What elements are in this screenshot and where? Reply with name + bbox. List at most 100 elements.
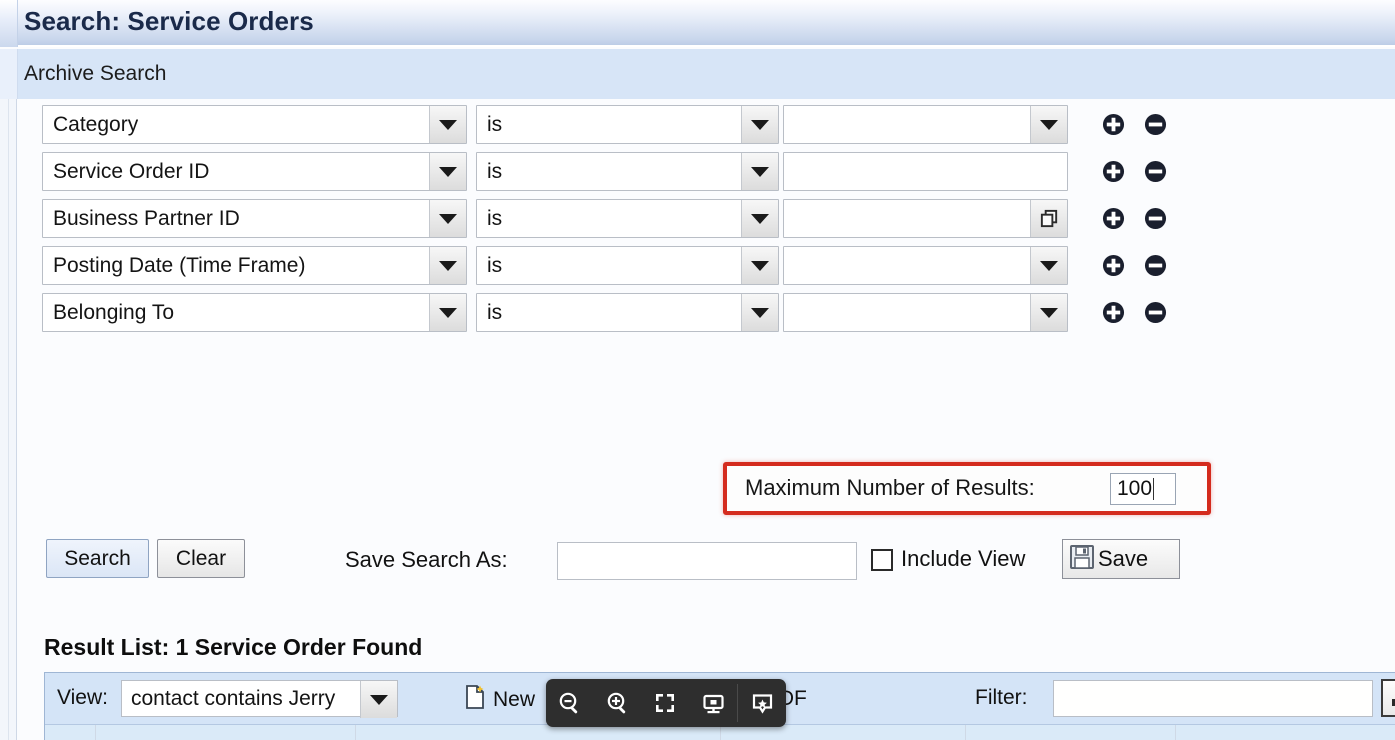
window-title-bar: Search: Service Orders: [0, 0, 1395, 47]
result-table: Service Order ID Service Order Descripti…: [45, 725, 1395, 740]
comment-icon[interactable]: [738, 679, 786, 727]
include-view-label: Include View: [901, 546, 1026, 571]
new-button[interactable]: New: [463, 684, 535, 716]
column-header-status[interactable]: Status: [1175, 725, 1395, 740]
subheader-accent: [0, 49, 18, 99]
criteria-value-input-4[interactable]: [783, 293, 1068, 332]
remove-circle-icon[interactable]: [1144, 254, 1167, 277]
chevron-down-icon[interactable]: [429, 153, 466, 190]
chevron-down-icon[interactable]: [741, 153, 778, 190]
view-label: View:: [57, 686, 108, 709]
chevron-down-icon[interactable]: [429, 106, 466, 143]
criteria-operator-label-3: is: [487, 253, 503, 277]
zoom-in-icon[interactable]: [594, 679, 642, 727]
chevron-down-icon[interactable]: [741, 106, 778, 143]
select-column-header: [45, 725, 96, 740]
criteria-attribute-select-1[interactable]: Service Order ID: [42, 152, 467, 191]
criteria-attribute-select-4[interactable]: Belonging To: [42, 293, 467, 332]
remove-circle-icon[interactable]: [1144, 160, 1167, 183]
chevron-down-icon[interactable]: [429, 294, 466, 331]
save-search-label: Save Search As:: [345, 547, 508, 572]
max-results-input[interactable]: 100: [1110, 473, 1176, 505]
chevron-down-icon[interactable]: [741, 294, 778, 331]
criteria-attribute-select-3[interactable]: Posting Date (Time Frame): [42, 246, 467, 285]
criteria-value-input-3[interactable]: [783, 246, 1068, 285]
chevron-down-icon[interactable]: [1030, 247, 1067, 284]
criteria-attribute-label-3: Posting Date (Time Frame): [53, 253, 306, 277]
column-header-service-order-description[interactable]: Service Order Description: [355, 725, 721, 740]
add-circle-icon[interactable]: [1102, 207, 1125, 230]
criteria-operator-select-3[interactable]: is: [476, 246, 779, 285]
include-view-checkbox[interactable]: [871, 549, 893, 571]
criteria-row-actions-2: [1102, 207, 1167, 230]
criteria-value-input-1[interactable]: [783, 152, 1068, 191]
value-help-icon[interactable]: [1030, 200, 1067, 237]
chevron-down-icon[interactable]: [741, 200, 778, 237]
criteria-row-actions-1: [1102, 160, 1167, 183]
criteria-attribute-label-0: Category: [53, 112, 139, 136]
criteria-value-input-2[interactable]: [783, 199, 1068, 238]
save-search-input[interactable]: [557, 542, 857, 580]
left-rail-divider-1: [8, 99, 9, 740]
criteria-value-input-0[interactable]: [783, 105, 1068, 144]
add-circle-icon[interactable]: [1102, 301, 1125, 324]
main-content-area: Category is Service Order ID is Business…: [0, 99, 1395, 740]
criteria-attribute-label-2: Business Partner ID: [53, 206, 240, 230]
remove-circle-icon[interactable]: [1144, 113, 1167, 136]
new-document-icon: [463, 684, 487, 716]
archive-search-band: Archive Search: [0, 49, 1395, 99]
text-caret: [1153, 478, 1155, 500]
floating-media-toolbar: [546, 679, 786, 727]
criteria-operator-select-1[interactable]: is: [476, 152, 779, 191]
subheader-label: Archive Search: [24, 62, 167, 85]
chevron-down-icon[interactable]: [429, 200, 466, 237]
save-button-label: Save: [1098, 546, 1149, 571]
criteria-operator-select-0[interactable]: is: [476, 105, 779, 144]
search-button[interactable]: Search: [46, 539, 149, 578]
chevron-down-icon[interactable]: [1030, 106, 1067, 143]
criteria-row-actions-0: [1102, 113, 1167, 136]
criteria-row-actions-3: [1102, 254, 1167, 277]
add-circle-icon[interactable]: [1102, 113, 1125, 136]
chart-icon[interactable]: [1381, 679, 1395, 717]
criteria-operator-select-4[interactable]: is: [476, 293, 779, 332]
filter-input[interactable]: [1053, 680, 1373, 717]
present-screen-icon[interactable]: [689, 679, 737, 727]
add-circle-icon[interactable]: [1102, 160, 1125, 183]
clear-button[interactable]: Clear: [157, 539, 245, 578]
fullscreen-icon[interactable]: [642, 679, 690, 727]
chevron-down-icon[interactable]: [741, 247, 778, 284]
criteria-operator-label-4: is: [487, 300, 503, 324]
view-select[interactable]: contact contains Jerry: [121, 680, 398, 718]
remove-circle-icon[interactable]: [1144, 207, 1167, 230]
left-rail-divider-2: [16, 99, 17, 740]
criteria-attribute-select-0[interactable]: Category: [42, 105, 467, 144]
chevron-down-icon[interactable]: [1030, 294, 1067, 331]
column-header-service-order-id[interactable]: Service Order ID: [95, 725, 356, 740]
chevron-down-icon[interactable]: [429, 247, 466, 284]
zoom-out-icon[interactable]: [546, 679, 594, 727]
criteria-attribute-select-2[interactable]: Business Partner ID: [42, 199, 467, 238]
page-title: Search: Service Orders: [24, 6, 314, 36]
title-bar-accent: [0, 0, 18, 47]
criteria-operator-label-0: is: [487, 112, 503, 136]
criteria-attribute-label-1: Service Order ID: [53, 159, 210, 183]
chevron-down-icon[interactable]: [360, 681, 397, 718]
column-header-priority[interactable]: Priority: [720, 725, 966, 740]
new-button-label: New: [493, 688, 536, 711]
criteria-row-actions-4: [1102, 301, 1167, 324]
application-window: Search: Service Orders Archive Search Ca…: [0, 0, 1395, 740]
search-actions-row: Search Clear Save Search As: Include Vie…: [0, 539, 1395, 595]
column-header-posting-date[interactable]: Posting Date: [965, 725, 1176, 740]
add-circle-icon[interactable]: [1102, 254, 1125, 277]
criteria-operator-label-2: is: [487, 206, 503, 230]
max-results-value: 100: [1117, 477, 1153, 500]
floppy-disk-icon: [1069, 544, 1095, 575]
table-header-row: Service Order ID Service Order Descripti…: [45, 725, 1395, 740]
remove-circle-icon[interactable]: [1144, 301, 1167, 324]
result-list-title: Result List: 1 Service Order Found: [44, 634, 423, 660]
criteria-attribute-label-4: Belonging To: [53, 300, 175, 324]
criteria-operator-select-2[interactable]: is: [476, 199, 779, 238]
criteria-operator-label-1: is: [487, 159, 503, 183]
save-button[interactable]: Save: [1062, 539, 1180, 579]
